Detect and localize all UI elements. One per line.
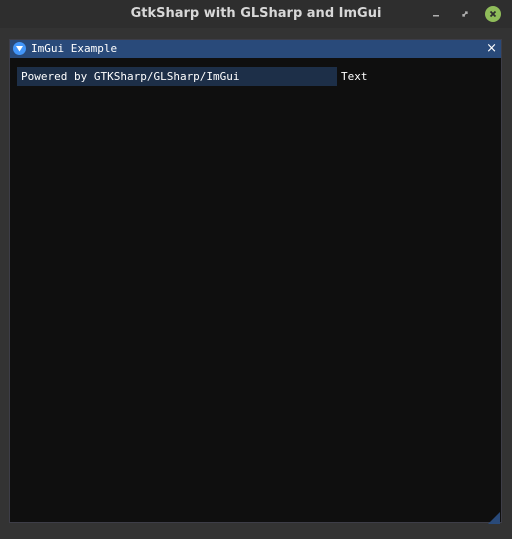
imgui-titlebar[interactable]: ImGui Example ×: [10, 40, 501, 58]
close-icon[interactable]: [485, 6, 501, 22]
imgui-close-icon[interactable]: ×: [486, 40, 497, 58]
collapse-arrow-icon[interactable]: [13, 42, 26, 55]
text-input[interactable]: Powered by GTKSharp/GLSharp/ImGui: [17, 67, 337, 86]
maximize-icon[interactable]: [456, 5, 474, 23]
imgui-example-window: ImGui Example × Powered by GTKSharp/GLSh…: [9, 39, 502, 524]
imgui-window-title: ImGui Example: [31, 42, 118, 55]
minimize-icon[interactable]: [427, 5, 445, 23]
text-input-label: Text: [341, 70, 368, 83]
resize-grip-icon[interactable]: [488, 509, 500, 524]
window-titlebar[interactable]: GtkSharp with GLSharp and ImGui: [0, 0, 512, 28]
